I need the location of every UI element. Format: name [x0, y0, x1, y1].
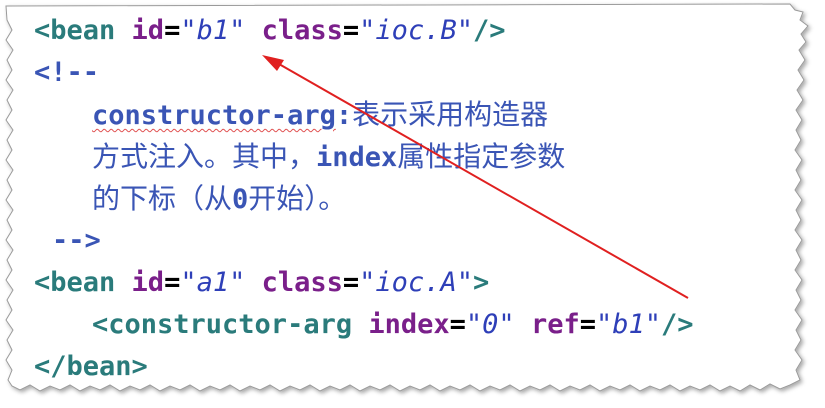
comment-chinese-text: 属性指定参数 [397, 140, 566, 173]
comment-chinese-text: 方式注入。其中， [92, 140, 317, 173]
bean-close-tag: </bean> [34, 351, 148, 382]
comment-line-3: 的下标（从0开始）。 [92, 182, 346, 216]
comment-keyword: index [316, 142, 398, 173]
equals-sign: = [449, 309, 466, 340]
bean-open-tag: <bean [34, 15, 116, 46]
id-attribute: id [131, 267, 165, 298]
comment-open: <!-- [34, 57, 100, 88]
code-line-bean-b1: <bean id="b1" class="ioc.B"/> [34, 14, 505, 48]
comment-chinese-text: 表示采用构造器 [352, 98, 549, 131]
xml-code-snippet: <bean id="b1" class="ioc.B"/> <!-- const… [0, 0, 825, 408]
class-value: "ioc.B" [359, 15, 473, 46]
comment-line-2: 方式注入。其中，index属性指定参数 [92, 140, 565, 174]
comment-colon: : [335, 100, 353, 131]
ref-value: "b1" [596, 309, 662, 340]
id-value: "b1" [180, 15, 246, 46]
equals-sign: = [164, 267, 181, 298]
self-close-tag: /> [472, 15, 506, 46]
self-close-tag: /> [661, 309, 694, 340]
comment-chinese-text: 开始）。 [248, 182, 347, 215]
code-line-bean-a1: <bean id="a1" class="ioc.A"> [34, 266, 489, 300]
code-line-constructor-arg: <constructor-arg index="0" ref="b1"/> [92, 308, 694, 342]
index-value: "0" [465, 309, 515, 340]
close-bracket: > [472, 267, 490, 298]
equals-sign: = [579, 309, 596, 340]
id-attribute: id [131, 15, 165, 46]
class-value: "ioc.A" [359, 267, 473, 298]
bean-open-tag: <bean [34, 267, 116, 298]
ref-attribute: ref [530, 309, 580, 340]
equals-sign: = [342, 15, 360, 46]
equals-sign: = [164, 15, 181, 46]
comment-close: --> [52, 225, 101, 256]
class-attribute: class [261, 267, 343, 298]
comment-chinese-text: 的下标（从 [92, 182, 233, 215]
equals-sign: = [342, 267, 360, 298]
comment-number: 0 [232, 184, 249, 215]
id-value: "a1" [180, 267, 246, 298]
comment-keyword: constructor-arg [92, 100, 336, 131]
index-attribute: index [368, 309, 450, 340]
comment-line-1: constructor-arg:表示采用构造器 [92, 98, 548, 132]
constructor-arg-tag: <constructor-arg [92, 309, 353, 340]
class-attribute: class [261, 15, 343, 46]
